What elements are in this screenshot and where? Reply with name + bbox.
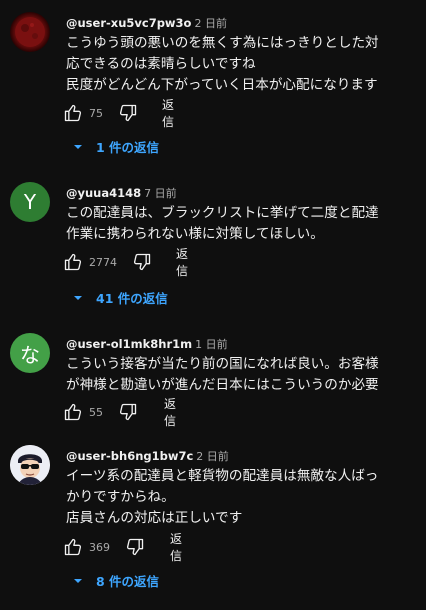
avatar[interactable]: Y: [10, 182, 50, 222]
thumbs-up-icon: [64, 253, 82, 271]
chevron-down-icon: [74, 578, 82, 583]
comment-text: こうゆう頭の悪いのを無くす為にはっきりとした対 応できるのは素晴らしいですね 民…: [66, 33, 416, 96]
chevron-down-icon: [74, 295, 82, 300]
like-button[interactable]: [62, 251, 84, 273]
avatar-letter: な: [20, 342, 40, 367]
chevron-down-icon: [74, 144, 82, 149]
thumbs-up-icon: [64, 403, 82, 421]
like-count: 2774: [89, 255, 117, 269]
replies-label: 1 件の返信: [96, 140, 160, 155]
comment-time[interactable]: 2 日前: [194, 17, 227, 30]
avatar[interactable]: [10, 12, 50, 52]
comment-line: この配達員は、ブラックリストに挙げて二度と配達: [66, 205, 379, 221]
comment-line: かりですからね。: [66, 489, 175, 505]
comment-header: @user-ol1mk8hr1m 1 日前: [66, 333, 228, 352]
comment-header: @user-xu5vc7pw3o 2 日前: [66, 12, 227, 31]
reply-button[interactable]: 返信: [176, 245, 188, 279]
like-button[interactable]: [62, 401, 84, 423]
comment-line: 民度がどんどん下がっていく日本が心配になります: [66, 77, 378, 93]
replies-label: 8 件の返信: [96, 574, 160, 589]
avatar-letter: Y: [23, 190, 37, 214]
thumbs-down-icon: [119, 104, 137, 122]
thumbs-up-icon: [64, 538, 82, 556]
replies-label: 41 件の返信: [96, 291, 168, 306]
comment-author[interactable]: @user-bh6ng1bw7c: [66, 449, 193, 463]
comment-author[interactable]: @user-ol1mk8hr1m: [66, 337, 192, 351]
like-count: 55: [89, 405, 103, 419]
comment-header: @user-bh6ng1bw7c 2 日前: [66, 445, 229, 464]
reply-button[interactable]: 返信: [164, 395, 176, 429]
comment-line: イーツ系の配達員と軽貨物の配達員は無敵な人ばっ: [66, 468, 379, 484]
thumbs-up-icon: [64, 104, 82, 122]
dislike-button[interactable]: [117, 102, 139, 124]
like-button[interactable]: [62, 536, 84, 558]
comment-time[interactable]: 2 日前: [196, 450, 229, 463]
like-count: 369: [89, 540, 110, 554]
thumbs-down-icon: [126, 538, 144, 556]
comment-text: イーツ系の配達員と軽貨物の配達員は無敵な人ばっ かりですからね。 店員さんの対応…: [66, 466, 416, 529]
comment-line: 作業に携わられない様に対策してほしい。: [66, 226, 324, 242]
comment-author[interactable]: @user-xu5vc7pw3o: [66, 16, 191, 30]
comment-author[interactable]: @yuua4148: [66, 186, 141, 200]
comment-actions: 369 返信: [62, 532, 182, 563]
comment-line: が神様と勘違いが進んだ日本にはこういうのか必要: [66, 377, 379, 393]
red-moon-icon: [15, 17, 45, 47]
comment-actions: 2774 返信: [62, 247, 188, 278]
comment-text: この配達員は、ブラックリストに挙げて二度と配達 作業に携わられない様に対策してほ…: [66, 203, 416, 245]
comment-line: 応できるのは素晴らしいですね: [66, 56, 256, 72]
comment-actions: 55 返信: [62, 397, 176, 428]
reply-button[interactable]: 返信: [162, 96, 174, 130]
view-replies-button[interactable]: 1 件の返信: [72, 137, 159, 156]
avatar[interactable]: [10, 445, 50, 485]
comment-line: こうゆう頭の悪いのを無くす為にはっきりとした対: [66, 35, 379, 51]
thumbs-down-icon: [119, 403, 137, 421]
comment-time[interactable]: 7 日前: [144, 187, 177, 200]
thumbs-down-icon: [133, 253, 151, 271]
dislike-button[interactable]: [131, 251, 153, 273]
comment-text: こういう接客が当たり前の国になれば良い。お客様 が神様と勘違いが進んだ日本にはこ…: [66, 354, 416, 396]
comment-line: こういう接客が当たり前の国になれば良い。お客様: [66, 356, 379, 372]
dislike-button[interactable]: [124, 536, 146, 558]
comment-time[interactable]: 1 日前: [195, 338, 228, 351]
reply-button[interactable]: 返信: [170, 530, 182, 564]
like-count: 75: [89, 106, 103, 120]
cartoon-sunglasses-character-icon: [10, 445, 50, 485]
comment-header: @yuua4148 7 日前: [66, 182, 177, 201]
comment-actions: 75 返信: [62, 98, 174, 129]
comment-line: 店員さんの対応は正しいです: [66, 510, 243, 526]
view-replies-button[interactable]: 8 件の返信: [72, 571, 159, 590]
avatar[interactable]: な: [10, 333, 50, 373]
like-button[interactable]: [62, 102, 84, 124]
dislike-button[interactable]: [117, 401, 139, 423]
view-replies-button[interactable]: 41 件の返信: [72, 288, 168, 307]
